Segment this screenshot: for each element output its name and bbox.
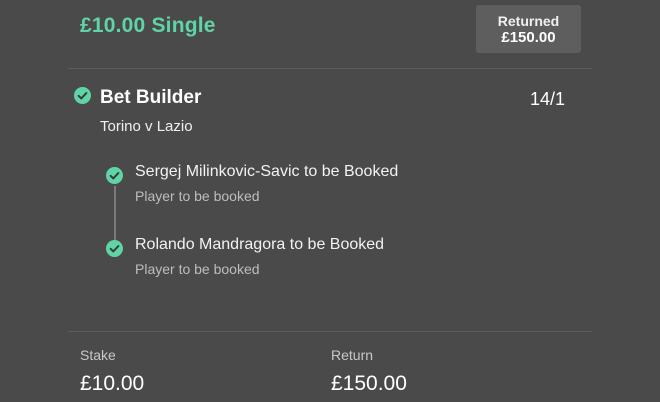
return-value: £150.00 bbox=[331, 372, 407, 395]
returned-label: Returned bbox=[497, 13, 560, 29]
returned-badge: Returned £150.00 bbox=[476, 5, 581, 53]
leg-selection: Sergej Milinkovic-Savic to be Booked bbox=[135, 163, 399, 180]
odds-value: 14/1 bbox=[530, 89, 566, 109]
leg-market: Player to be booked bbox=[135, 188, 260, 204]
stake-value: £10.00 bbox=[80, 372, 145, 395]
check-circle-icon bbox=[106, 240, 123, 257]
footer-divider bbox=[68, 331, 592, 332]
return-label: Return bbox=[331, 347, 374, 363]
bet-builder-title: Bet Builder bbox=[100, 87, 202, 108]
stake-label: Stake bbox=[80, 347, 116, 363]
check-circle-icon bbox=[106, 167, 123, 184]
leg-selection: Rolando Mandragora to be Booked bbox=[135, 236, 385, 253]
header-divider bbox=[68, 68, 592, 69]
leg-market: Player to be booked bbox=[135, 261, 260, 277]
check-circle-icon bbox=[74, 87, 91, 104]
leg-connector-line bbox=[114, 186, 116, 244]
match-name: Torino v Lazio bbox=[100, 118, 193, 135]
bet-type-title: £10.00 Single bbox=[80, 14, 216, 37]
returned-amount: £150.00 bbox=[501, 29, 556, 46]
bet-receipt-card: £10.00 Single Returned £150.00 Bet Build… bbox=[0, 0, 660, 402]
